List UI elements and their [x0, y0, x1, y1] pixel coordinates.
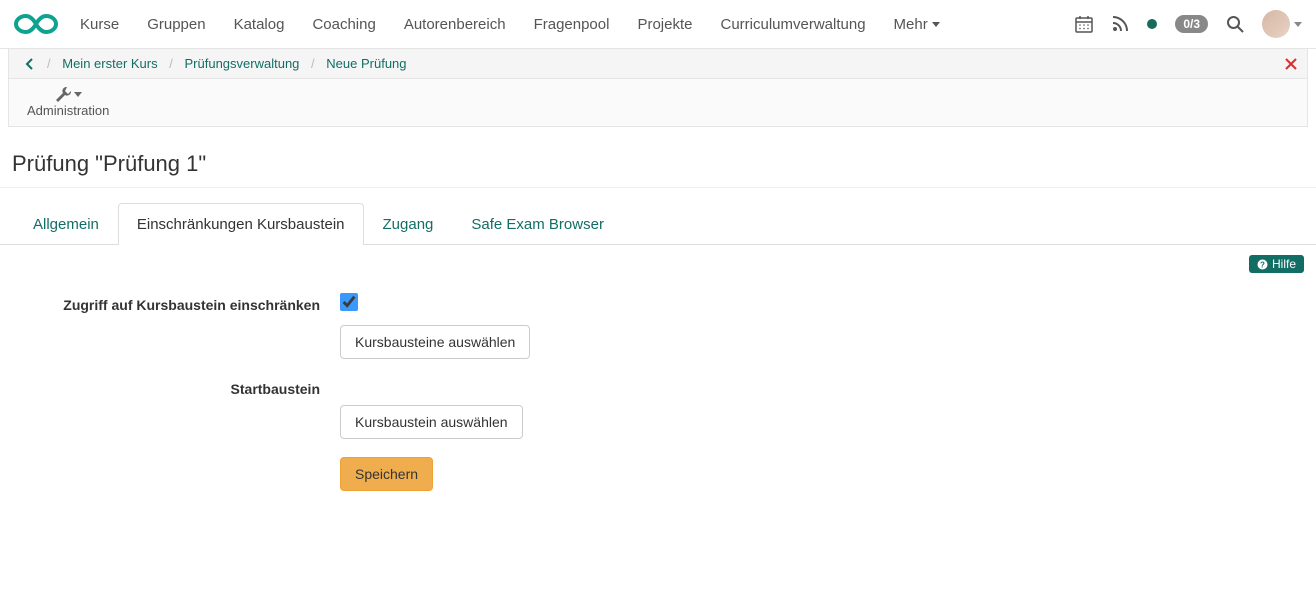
- wrench-icon: [54, 85, 72, 103]
- tab-allgemein[interactable]: Allgemein: [14, 203, 118, 245]
- admin-toolbar: Administration: [8, 79, 1308, 127]
- administration-label: Administration: [27, 103, 109, 118]
- tabs: Allgemein Einschränkungen Kursbaustein Z…: [0, 202, 1316, 245]
- avatar: [1262, 10, 1290, 38]
- form-row-restrict: Zugriff auf Kursbaustein einschränken Ku…: [20, 293, 1296, 359]
- actions-field: Speichern: [340, 457, 1296, 491]
- rss-icon: [1111, 15, 1129, 33]
- breadcrumb-bar: / Mein erster Kurs / Prüfungsverwaltung …: [8, 49, 1308, 79]
- topnav-right: 0/3: [1075, 10, 1302, 38]
- infinity-logo-icon: [14, 12, 58, 36]
- restrict-checkbox[interactable]: [340, 293, 358, 311]
- select-elements-button[interactable]: Kursbausteine auswählen: [340, 325, 530, 359]
- breadcrumb-separator: /: [161, 56, 181, 71]
- form: Zugriff auf Kursbaustein einschränken Ku…: [0, 273, 1316, 539]
- help-icon: ?: [1257, 259, 1268, 270]
- page-title: Prüfung "Prüfung 1": [0, 127, 1316, 188]
- start-element-empty: [340, 377, 1296, 405]
- form-row-start-element: Startbaustein Kursbaustein auswählen: [20, 377, 1296, 439]
- breadcrumb-item-2[interactable]: Neue Prüfung: [326, 56, 406, 71]
- tab-einschraenkungen[interactable]: Einschränkungen Kursbaustein: [118, 203, 364, 245]
- caret-down-icon: [932, 22, 940, 27]
- nav-item-katalog[interactable]: Katalog: [234, 16, 285, 33]
- caret-down-icon: [1294, 22, 1302, 27]
- nav-item-more[interactable]: Mehr: [894, 16, 940, 33]
- rss-button[interactable]: [1111, 15, 1129, 33]
- search-button[interactable]: [1226, 15, 1244, 33]
- top-nav: Kurse Gruppen Katalog Coaching Autorenbe…: [0, 0, 1316, 49]
- user-menu[interactable]: [1262, 10, 1302, 38]
- tab-zugang[interactable]: Zugang: [364, 203, 453, 245]
- restrict-field: Kursbausteine auswählen: [340, 293, 1296, 359]
- breadcrumb-item-1[interactable]: Prüfungsverwaltung: [185, 56, 300, 71]
- close-icon: [1285, 58, 1297, 70]
- actions-spacer: [20, 457, 340, 491]
- chevron-left-icon: [25, 58, 33, 70]
- nav-item-curriculumverwaltung[interactable]: Curriculumverwaltung: [720, 16, 865, 33]
- calendar-icon: [1075, 15, 1093, 33]
- nav-item-fragenpool[interactable]: Fragenpool: [534, 16, 610, 33]
- nav-more-label: Mehr: [894, 16, 928, 33]
- restrict-label: Zugriff auf Kursbaustein einschränken: [20, 293, 340, 359]
- breadcrumb-item-0[interactable]: Mein erster Kurs: [62, 56, 157, 71]
- tab-safe-exam-browser[interactable]: Safe Exam Browser: [452, 203, 623, 245]
- caret-down-icon: [74, 92, 82, 97]
- help-row: ? Hilfe: [0, 245, 1316, 273]
- nav-item-autorenbereich[interactable]: Autorenbereich: [404, 16, 506, 33]
- nav-item-coaching[interactable]: Coaching: [312, 16, 375, 33]
- logo[interactable]: [14, 12, 58, 36]
- breadcrumb-close[interactable]: [1285, 58, 1297, 70]
- start-element-label: Startbaustein: [20, 377, 340, 439]
- nav-items: Kurse Gruppen Katalog Coaching Autorenbe…: [80, 16, 940, 33]
- breadcrumb-back[interactable]: [19, 58, 39, 70]
- notification-badge[interactable]: 0/3: [1175, 15, 1208, 33]
- save-button[interactable]: Speichern: [340, 457, 433, 491]
- search-icon: [1226, 15, 1244, 33]
- administration-menu[interactable]: Administration: [27, 85, 109, 118]
- breadcrumb-separator: /: [303, 56, 323, 71]
- nav-item-kurse[interactable]: Kurse: [80, 16, 119, 33]
- help-label: Hilfe: [1272, 257, 1296, 271]
- nav-item-projekte[interactable]: Projekte: [637, 16, 692, 33]
- calendar-button[interactable]: [1075, 15, 1093, 33]
- svg-text:?: ?: [1260, 260, 1265, 269]
- nav-item-gruppen[interactable]: Gruppen: [147, 16, 205, 33]
- status-indicator: [1147, 19, 1157, 29]
- select-element-button[interactable]: Kursbaustein auswählen: [340, 405, 523, 439]
- start-element-field: Kursbaustein auswählen: [340, 377, 1296, 439]
- breadcrumb: / Mein erster Kurs / Prüfungsverwaltung …: [39, 56, 407, 71]
- help-button[interactable]: ? Hilfe: [1249, 255, 1304, 273]
- form-row-actions: Speichern: [20, 457, 1296, 491]
- breadcrumb-separator: /: [39, 56, 59, 71]
